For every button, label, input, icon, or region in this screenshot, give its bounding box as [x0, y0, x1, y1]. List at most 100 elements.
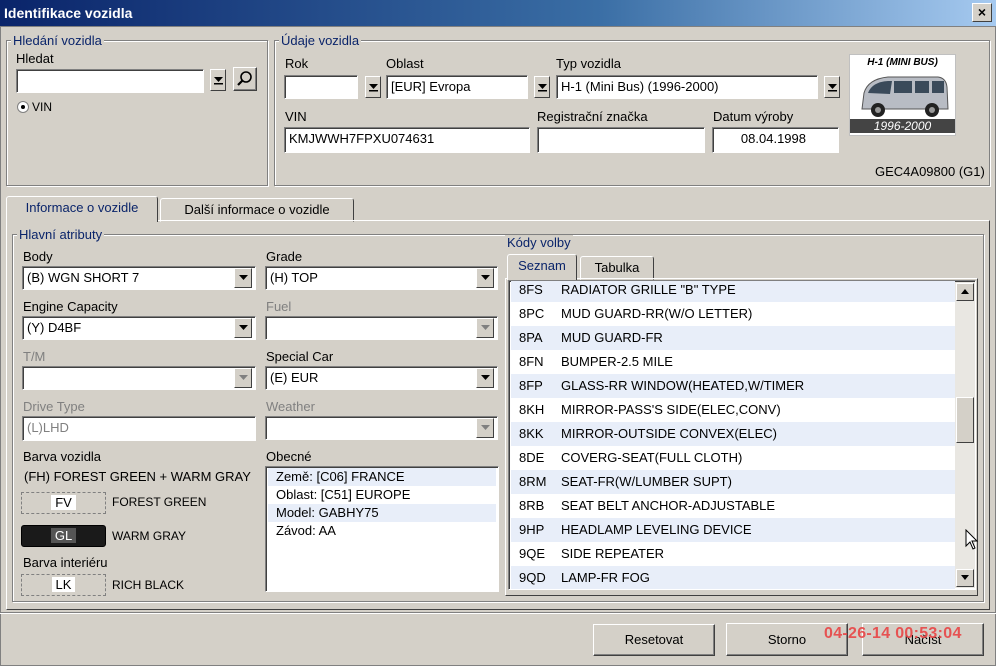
production-date-label: Datum výroby: [713, 109, 794, 124]
scroll-up-button[interactable]: [956, 283, 974, 301]
tab-list[interactable]: Seznam: [507, 254, 577, 280]
transmission-label: T/M: [23, 349, 46, 364]
engine-label: Engine Capacity: [23, 299, 118, 314]
option-codes-list[interactable]: 8FS RADIATOR GRILLE "B" TYPE 8PC MUD GUARD…: [508, 280, 976, 590]
engine-select[interactable]: (Y) D4BF: [22, 316, 256, 340]
table-row[interactable]: 8PA MUD GUARD-FR: [511, 326, 955, 350]
vehicle-image-title: H-1 (MINI BUS): [867, 57, 938, 68]
close-button[interactable]: ×: [972, 3, 992, 22]
main-attributes-legend: Hlavní atributy: [17, 227, 105, 242]
fuel-select[interactable]: [265, 316, 498, 340]
chevron-down-icon: [480, 425, 490, 430]
weather-label: Weather: [266, 399, 315, 414]
chevron-down-icon: [238, 275, 248, 280]
registration-label: Registrační značka: [537, 109, 648, 124]
body-label: Body: [23, 249, 53, 264]
grade-dropdown-button[interactable]: [476, 268, 494, 288]
table-row[interactable]: 8RB SEAT BELT ANCHOR-ADJUSTABLE: [511, 494, 955, 518]
table-row[interactable]: 8FS RADIATOR GRILLE "B" TYPE: [511, 281, 955, 302]
color-swatch-warm-gray: GL: [21, 525, 106, 547]
special-car-select[interactable]: (E) EUR: [265, 366, 498, 390]
tab-vehicle-info[interactable]: Informace o vozidle: [6, 196, 158, 222]
production-date-input[interactable]: 08.04.1998: [712, 127, 839, 153]
year-dropdown-button[interactable]: [365, 76, 381, 98]
color1-code: FV: [51, 495, 76, 510]
interior-name: RICH BLACK: [112, 578, 185, 592]
scroll-down-button[interactable]: [956, 569, 974, 587]
fuel-dropdown-button[interactable]: [476, 318, 494, 338]
footer-separator: [0, 612, 996, 614]
region-dropdown-button[interactable]: [534, 76, 550, 98]
table-row[interactable]: 8FP GLASS-RR WINDOW(HEATED,W/TIMER: [511, 374, 955, 398]
registration-input[interactable]: [537, 127, 705, 153]
grade-select[interactable]: (H) TOP: [265, 266, 498, 290]
chevron-down-icon: [480, 375, 490, 380]
search-button[interactable]: [233, 67, 257, 91]
arrow-down-icon: [368, 84, 378, 92]
table-row[interactable]: 8KH MIRROR-PASS'S SIDE(ELEC,CONV): [511, 398, 955, 422]
title-bar: Identifikace vozidla ×: [0, 0, 996, 26]
body-select[interactable]: (B) WGN SHORT 7: [22, 266, 256, 290]
year-input[interactable]: [284, 75, 358, 99]
vin-radio[interactable]: [17, 101, 29, 113]
vehicle-type-dropdown-button[interactable]: [824, 76, 840, 98]
table-row[interactable]: 9HP HEADLAMP LEVELING DEVICE: [511, 518, 955, 542]
option-codes-legend: Kódy volby: [505, 235, 573, 250]
drive-type-label: Drive Type: [23, 399, 85, 414]
chevron-down-icon: [480, 325, 490, 330]
vehicle-code: GEC4A09800 (G1): [875, 164, 985, 179]
timestamp-overlay: 04-26-14 00:53:04: [824, 625, 962, 642]
interior-color-label: Barva interiéru: [23, 555, 108, 570]
vin-input[interactable]: KMJWWH7FPXU074631: [284, 127, 530, 153]
search-legend: Hledání vozidla: [11, 33, 104, 48]
minibus-icon: [861, 76, 949, 117]
body-dropdown-button[interactable]: [234, 268, 252, 288]
table-row[interactable]: 9QE SIDE REPEATER: [511, 542, 955, 566]
vehicle-type-input[interactable]: H-1 (Mini Bus) (1996-2000): [556, 75, 818, 99]
general-label: Obecné: [266, 449, 312, 464]
special-car-dropdown-button[interactable]: [476, 368, 494, 388]
special-car-label: Special Car: [266, 349, 334, 364]
search-input[interactable]: [16, 69, 204, 93]
color-swatch-forest-green: FV: [21, 492, 106, 514]
table-row[interactable]: 8RM SEAT-FR(W/LUMBER SUPT): [511, 470, 955, 494]
vehicle-image: H-1 (MINI BUS) 1996-2000: [849, 54, 956, 136]
weather-select[interactable]: [265, 416, 498, 440]
region-input[interactable]: [EUR] Evropa: [386, 75, 528, 99]
table-row[interactable]: 8PC MUD GUARD-RR(W/O LETTER): [511, 302, 955, 326]
arrow-up-icon: [961, 289, 969, 294]
general-info-list: Země: [C06] FRANCE Oblast: [C51] EUROPE …: [265, 466, 499, 592]
year-label: Rok: [285, 56, 309, 71]
magnifier-icon: [237, 71, 252, 86]
color2-code: GL: [50, 528, 77, 543]
transmission-dropdown-button[interactable]: [234, 368, 252, 388]
tab-additional-info[interactable]: Další informace o vozidle: [160, 198, 354, 222]
weather-dropdown-button[interactable]: [476, 418, 494, 438]
vehicle-image-years: 1996-2000: [850, 119, 955, 133]
chevron-down-icon: [238, 375, 248, 380]
chevron-down-icon: [238, 325, 248, 330]
search-label: Hledat: [16, 51, 54, 66]
tab-table[interactable]: Tabulka: [580, 256, 654, 280]
color1-name: FOREST GREEN: [112, 495, 207, 509]
drive-type-input[interactable]: (L)LHD: [22, 416, 256, 441]
vehicle-legend: Údaje vozidla: [279, 33, 362, 48]
transmission-select[interactable]: [22, 366, 256, 390]
vehicle-color-label: Barva vozidla: [23, 449, 102, 464]
table-row[interactable]: 9QD LAMP-FR FOG: [511, 566, 955, 589]
color2-name: WARM GRAY: [112, 529, 186, 543]
window-title: Identifikace vozidla: [4, 5, 133, 21]
table-row[interactable]: 8FN BUMPER-2.5 MILE: [511, 350, 955, 374]
table-row[interactable]: 8DE COVERG-SEAT(FULL CLOTH): [511, 446, 955, 470]
list-item: Závod: AA: [276, 523, 336, 538]
scroll-thumb[interactable]: [956, 397, 974, 443]
reset-button[interactable]: Resetovat: [593, 624, 715, 656]
search-dropdown-button[interactable]: [210, 69, 226, 91]
color-swatch-rich-black: LK: [21, 574, 106, 596]
engine-dropdown-button[interactable]: [234, 318, 252, 338]
chevron-down-icon: [480, 275, 490, 280]
arrow-down-icon: [827, 84, 837, 92]
list-item: Země: [C06] FRANCE: [268, 468, 496, 486]
grade-label: Grade: [266, 249, 303, 264]
table-row[interactable]: 8KK MIRROR-OUTSIDE CONVEX(ELEC): [511, 422, 955, 446]
